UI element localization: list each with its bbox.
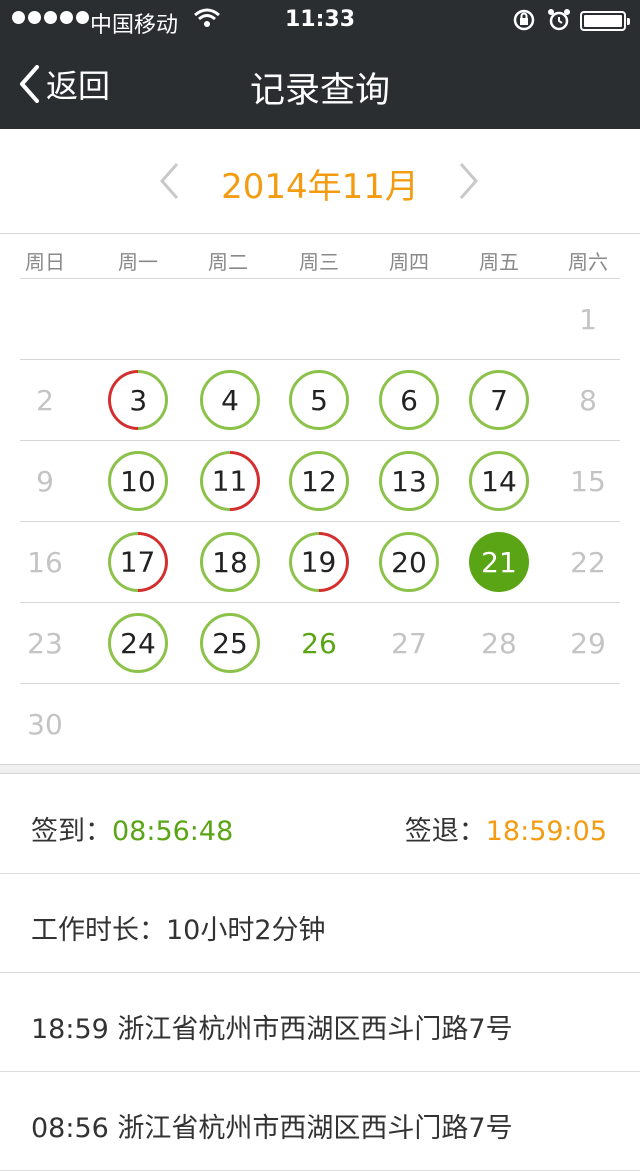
log-entry: 18:59 浙江省杭州市西湖区西斗门路7号 [31,1014,513,1045]
sign-in-label: 签到： [31,816,112,847]
log-row[interactable]: 18:59 浙江省杭州市西湖区西斗门路7号 [0,973,640,1072]
calendar-day-ok[interactable]: 4 [200,370,260,430]
calendar-day[interactable]: 30 [15,694,75,754]
nav-bar: 返回 记录查询 [0,40,640,129]
sign-record-row: 签到：08:56:48 签退：18:59:05 [0,775,640,874]
calendar-day[interactable]: 9 [15,451,75,511]
status-bar: 中国移动 11:33 [0,0,640,40]
weekday-sat: 周六 [568,250,608,274]
calendar-day[interactable]: 28 [469,613,529,673]
calendar-day[interactable]: 29 [558,613,618,673]
weekday-thu: 周四 [389,250,429,274]
calendar-day-ok[interactable]: 13 [379,451,439,511]
calendar-day-today[interactable]: 26 [289,613,349,673]
section-separator [0,764,640,774]
calendar-day-selected[interactable]: 21 [469,532,529,592]
divider [20,359,620,360]
calendar-day-ok[interactable]: 7 [469,370,529,430]
calendar-day[interactable]: 8 [558,370,618,430]
calendar-day[interactable]: 2 [15,370,75,430]
calendar-day-ok[interactable]: 20 [379,532,439,592]
sign-out-label: 签退： [404,816,486,847]
weekday-mon: 周一 [118,250,158,274]
calendar-grid: 1 2 3 4 5 6 7 8 9 10 11 12 13 14 15 16 1… [0,279,640,765]
calendar-day-ok[interactable]: 24 [108,613,168,673]
work-duration: 工作时长：10小时2分钟 [31,915,326,946]
calendar-day[interactable]: 15 [558,451,618,511]
work-duration-row: 工作时长：10小时2分钟 [0,874,640,973]
battery-icon [580,11,630,31]
log-entry: 08:56 浙江省杭州市西湖区西斗门路7号 [31,1113,513,1144]
calendar-day-warning[interactable]: 3 [95,357,181,443]
sign-in-info: 签到：08:56:48 [31,809,233,848]
chevron-right-icon [459,163,479,199]
month-switcher: 2014年11月 [0,129,640,234]
calendar-day-ok[interactable]: 18 [200,532,260,592]
divider [20,602,620,603]
weekday-tue: 周二 [208,250,248,274]
sign-out-time: 18:59:05 [485,816,607,847]
calendar-day[interactable]: 22 [558,532,618,592]
divider [20,521,620,522]
calendar-day-ok[interactable]: 14 [469,451,529,511]
calendar-day[interactable]: 23 [15,613,75,673]
calendar-day[interactable]: 1 [558,289,618,349]
divider [20,440,620,441]
clock-time: 11:33 [284,7,356,32]
weekday-sun: 周日 [25,250,65,274]
log-row[interactable]: 08:56 浙江省杭州市西湖区西斗门路7号 [0,1072,640,1171]
page-title: 记录查询 [249,71,390,111]
month-title: 2014年11月 [221,167,419,207]
weekday-wed: 周三 [299,250,339,274]
calendar-day-warning[interactable]: 11 [187,438,273,524]
calendar-day-ok[interactable]: 6 [379,370,439,430]
weekday-fri: 周五 [479,250,519,274]
alarm-icon [547,8,571,38]
calendar-day-ok[interactable]: 5 [289,370,349,430]
sign-in-time: 08:56:48 [112,816,234,847]
weekday-header: 周日 周一 周二 周三 周四 周五 周六 [0,234,640,278]
calendar-day-ok[interactable]: 10 [108,451,168,511]
calendar-day-warning[interactable]: 19 [276,519,362,605]
calendar-day[interactable]: 16 [15,532,75,592]
divider [20,683,620,684]
calendar-day-ok[interactable]: 12 [289,451,349,511]
sign-out-info: 签退：18:59:05 [405,809,607,848]
calendar-day-ok[interactable]: 25 [200,613,260,673]
rotation-lock-icon [512,8,536,38]
calendar-day[interactable]: 27 [379,613,439,673]
next-month-button[interactable] [455,161,483,205]
calendar-day-warning[interactable]: 17 [95,519,181,605]
